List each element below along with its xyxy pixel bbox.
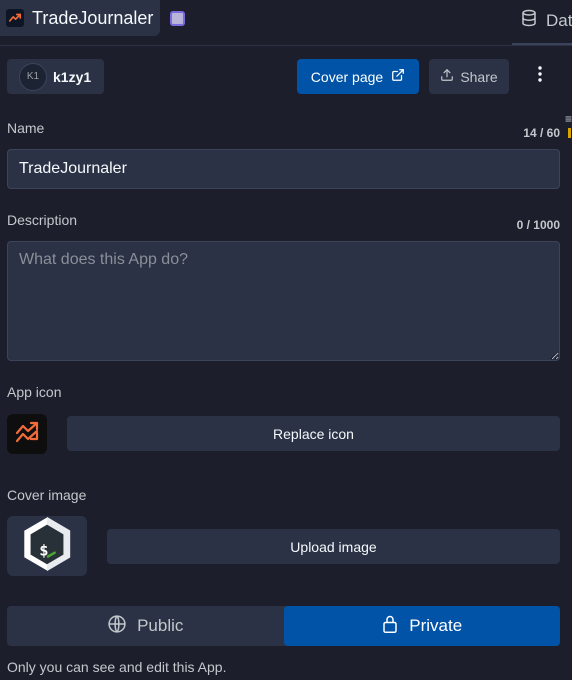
app-tab-title: TradeJournaler (32, 7, 154, 28)
visibility-note: Only you can see and edit this App. (7, 659, 227, 675)
share-button[interactable]: Share (429, 59, 509, 94)
name-counter: 14 / 60 (523, 126, 560, 140)
avatar: K1 (19, 62, 47, 91)
top-tab-bar: TradeJournaler Dat (0, 0, 572, 40)
private-option[interactable]: Private (283, 606, 560, 646)
lock-icon (381, 614, 399, 639)
app-icon-preview (7, 414, 47, 454)
cover-image-preview: $ (7, 515, 87, 578)
edge-mark: ≡ (564, 112, 572, 126)
description-counter: 0 / 1000 (516, 218, 560, 232)
database-icon (520, 8, 538, 33)
public-option[interactable]: Public (7, 606, 284, 646)
replace-icon-button[interactable]: Replace icon (67, 416, 560, 451)
trending-up-icon (6, 9, 24, 27)
app-tab[interactable]: TradeJournaler (0, 0, 160, 36)
public-label: Public (137, 616, 184, 635)
share-label: Share (460, 68, 498, 85)
stop-icon[interactable] (170, 11, 185, 26)
vertical-dots-icon (538, 66, 542, 87)
database-tab[interactable]: Dat (520, 8, 572, 33)
globe-icon (107, 614, 127, 639)
cover-image-label: Cover image (7, 487, 87, 503)
cover-page-button[interactable]: Cover page (297, 59, 419, 94)
more-options-button[interactable] (524, 59, 556, 94)
trending-up-icon (15, 420, 39, 449)
name-input[interactable] (7, 149, 560, 189)
external-link-icon (391, 68, 405, 85)
name-label: Name (7, 120, 45, 136)
cover-page-label: Cover page (310, 68, 384, 85)
description-textarea[interactable] (7, 241, 560, 361)
visibility-toggle: Public Private (7, 606, 560, 646)
app-icon-label: App icon (7, 384, 62, 400)
edge-highlight (568, 128, 571, 138)
upload-icon (440, 68, 454, 85)
upload-image-button[interactable]: Upload image (107, 529, 560, 564)
owner-username: k1zy1 (53, 68, 92, 85)
panel-divider (0, 45, 572, 46)
database-tab-label: Dat (546, 10, 572, 30)
description-label: Description (7, 212, 78, 228)
bash-shell-icon: $ (18, 515, 76, 578)
private-label: Private (409, 616, 463, 635)
panel-corner (512, 43, 572, 45)
owner-chip[interactable]: K1 k1zy1 (7, 59, 104, 94)
